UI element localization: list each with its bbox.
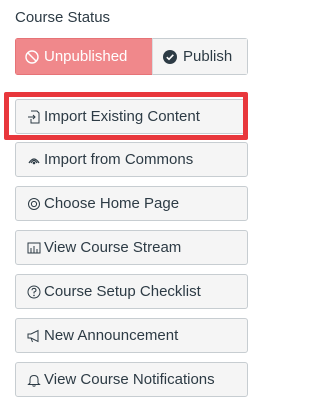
publish-button[interactable]: Publish (152, 38, 248, 75)
action-label: View Course Notifications (44, 371, 215, 388)
publish-label: Publish (183, 48, 233, 65)
import-from-commons-button[interactable]: Import from Commons (15, 142, 248, 177)
stream-icon (27, 241, 41, 255)
action-label: Import from Commons (44, 151, 194, 168)
highlight-annotation-box (4, 92, 248, 140)
announcement-icon (27, 329, 41, 343)
bell-icon (27, 373, 41, 387)
question-icon (27, 285, 41, 299)
choose-home-page-button[interactable]: Choose Home Page (15, 186, 248, 221)
action-label: View Course Stream (44, 239, 182, 256)
commons-icon (27, 153, 41, 167)
unpublished-label: Unpublished (44, 48, 128, 65)
unpublished-icon (25, 49, 39, 64)
settings-icon (27, 197, 41, 211)
action-label: Course Setup Checklist (44, 283, 201, 300)
unpublished-button[interactable]: Unpublished (15, 38, 152, 75)
action-label: New Announcement (44, 327, 179, 344)
view-course-stream-button[interactable]: View Course Stream (15, 230, 248, 265)
course-status-toggle: Unpublished Publish (15, 38, 248, 75)
course-status-heading: Course Status (15, 9, 111, 26)
action-label: Choose Home Page (44, 195, 180, 212)
course-setup-checklist-button[interactable]: Course Setup Checklist (15, 274, 248, 309)
checkmark-circle-icon (163, 49, 177, 64)
view-course-notifications-button[interactable]: View Course Notifications (15, 362, 248, 397)
new-announcement-button[interactable]: New Announcement (15, 318, 248, 353)
